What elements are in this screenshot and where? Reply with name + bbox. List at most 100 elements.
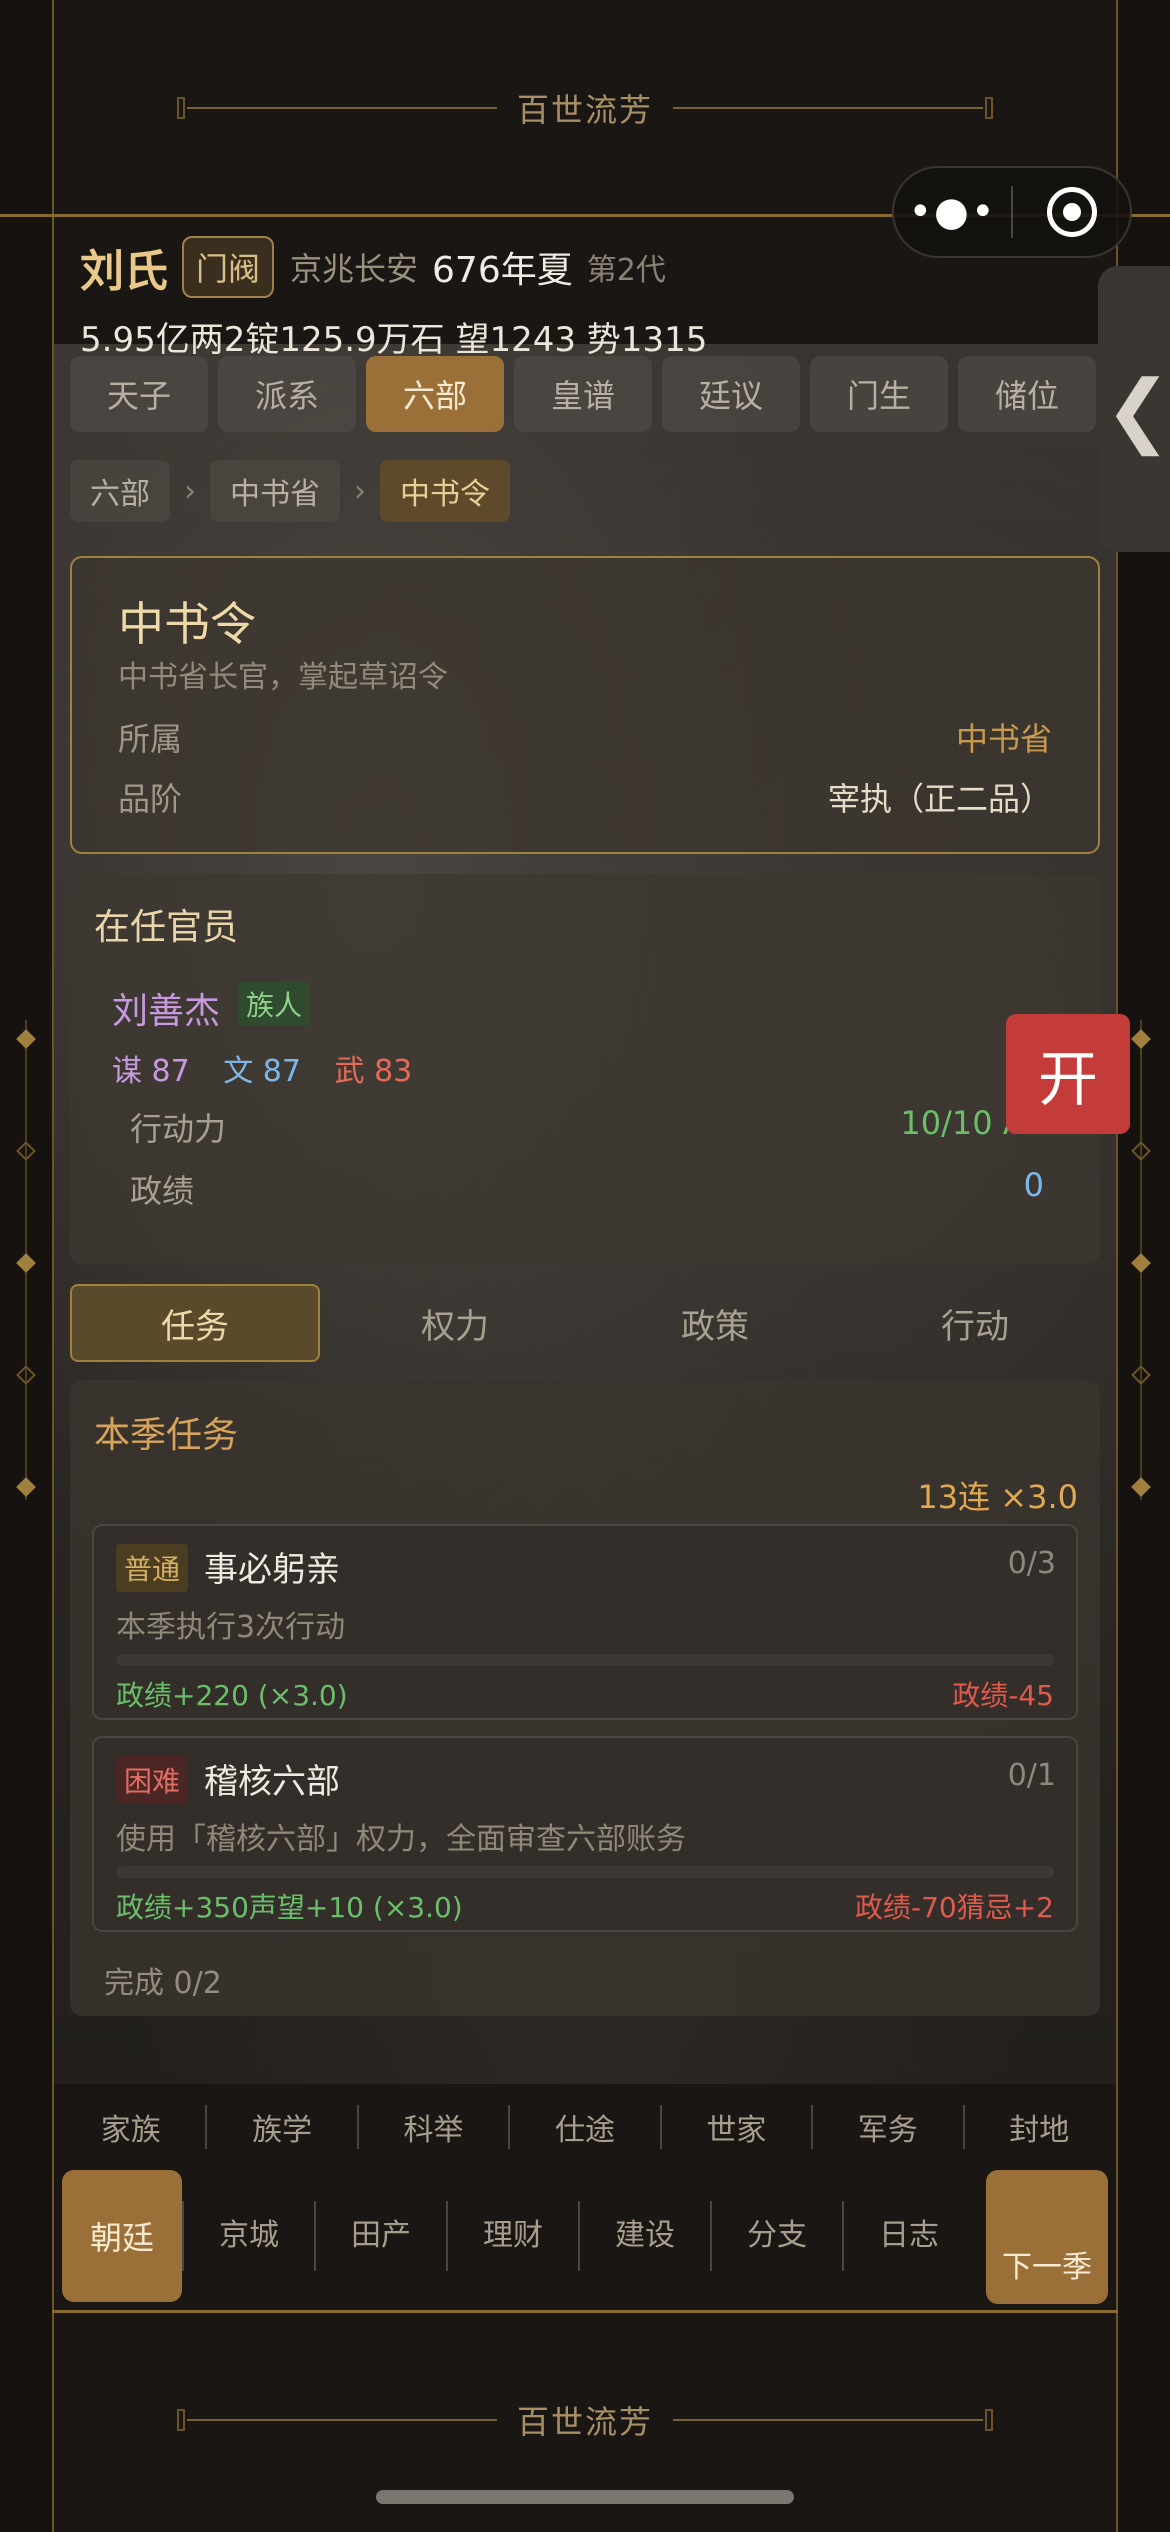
location: 京兆长安	[290, 250, 419, 288]
banner-title: 百世流芳	[516, 2403, 653, 2441]
nav-jiazu[interactable]: 家族	[56, 2105, 208, 2149]
banner-cap-right	[985, 2409, 993, 2431]
bottom-nav-secondary: 家族 族学 科举 仕途 世家 军务 封地	[56, 2096, 1114, 2158]
official-stats: 谋 87 文 87 武 83	[112, 1046, 436, 1090]
task-penalty: 政绩-70猜忌+2	[854, 1891, 1054, 1924]
clan-name: 刘氏	[80, 246, 168, 297]
banner-cap-left	[176, 97, 185, 119]
tab-huangpu[interactable]: 皇谱	[514, 356, 652, 432]
office-belongs-row: 所属 中书省	[118, 714, 1052, 760]
banner-line-left	[186, 2419, 497, 2421]
banner-title: 百世流芳	[516, 91, 653, 129]
nav-shitu[interactable]: 仕途	[510, 2105, 662, 2149]
year-season: 676年夏	[432, 250, 573, 291]
tab-chuwei[interactable]: 储位	[958, 356, 1096, 432]
next-season-button[interactable]: 下一季	[986, 2170, 1108, 2304]
ap-label: 行动力	[130, 1110, 227, 1148]
tab-tianzi[interactable]: 天子	[70, 356, 208, 432]
left-diamond	[16, 1141, 36, 1161]
task-item[interactable]: 普通 事必躬亲 0/3 本季执行3次行动 政绩+220 (×3.0) 政绩-45	[92, 1524, 1078, 1720]
nav-rizhi[interactable]: 日志	[842, 2201, 974, 2271]
task-name: 稽核六部	[204, 1762, 340, 1802]
merit-row: 政绩 0	[130, 1166, 1044, 1212]
task-progress-bar	[116, 1654, 1054, 1666]
office-card: 中书令 中书省长官，掌起草诏令 所属 中书省 品阶 宰执（正二品）	[70, 556, 1100, 854]
streak-multiplier: 13连 ×3.0	[917, 1478, 1078, 1516]
nav-jingcheng[interactable]: 京城	[182, 2201, 314, 2271]
merit-label: 政绩	[130, 1172, 195, 1210]
belongs-value: 中书省	[955, 720, 1052, 758]
breadcrumb-item[interactable]: 六部	[70, 460, 170, 522]
resources: 5.95亿两2锭125.9万石 望1243 势1315	[80, 320, 708, 360]
tasks-completed: 完成 0/2	[104, 1966, 222, 2001]
merit-value: 0	[1023, 1166, 1044, 1204]
nav-jianshe[interactable]: 建设	[578, 2201, 710, 2271]
tab-policy[interactable]: 政策	[590, 1284, 840, 1362]
ap-row: 行动力 10/10 AP	[130, 1104, 1044, 1150]
task-description: 使用「稽核六部」权力，全面审查六部账务	[116, 1822, 686, 1857]
chevron-right-icon: ›	[184, 473, 196, 509]
nav-fenzhi[interactable]: 分支	[710, 2201, 842, 2271]
tab-action[interactable]: 行动	[850, 1284, 1100, 1362]
task-level-badge: 困难	[116, 1756, 189, 1804]
more-icon[interactable]: •●•	[894, 189, 1011, 235]
breadcrumb-current: 中书令	[380, 460, 510, 522]
stat-wu: 武 83	[334, 1054, 413, 1089]
task-count: 0/1	[1007, 1758, 1056, 1793]
stat-mou: 谋 87	[112, 1054, 190, 1089]
nav-zuxue[interactable]: 族学	[207, 2105, 359, 2149]
task-name: 事必躬亲	[204, 1550, 340, 1590]
nav-chaoting[interactable]: 朝廷	[62, 2170, 182, 2302]
banner-line-right	[673, 2419, 983, 2421]
tab-tasks[interactable]: 任务	[70, 1284, 320, 1362]
main-tabs: 天子 派系 六部 皇谱 廷议 门生 储位	[70, 356, 1096, 432]
bottom-nav-primary: 朝廷 京城 田产 理财 建设 分支 日志 下一季	[56, 2170, 1114, 2304]
banner-line-left	[186, 107, 497, 109]
tab-mensheng[interactable]: 门生	[810, 356, 948, 432]
clan-tag: 门阀	[182, 236, 275, 298]
rank-value: 宰执（正二品）	[827, 780, 1052, 818]
tab-liubu[interactable]: 六部	[366, 356, 504, 432]
nav-licai[interactable]: 理财	[446, 2201, 578, 2271]
official-card: 在任官员 刘善杰 族人 谋 87 文 87 武 83 行动力 10/10 AP …	[70, 874, 1100, 1264]
rank-label: 品阶	[118, 780, 183, 818]
chevron-left-icon: ❮	[1104, 362, 1170, 456]
right-diamond	[1131, 1477, 1151, 1497]
nav-tianchan[interactable]: 田产	[314, 2201, 446, 2271]
office-rank-row: 品阶 宰执（正二品）	[118, 774, 1052, 820]
task-reward: 政绩+350声望+10 (×3.0)	[116, 1891, 463, 1924]
right-diamond	[1131, 1253, 1151, 1273]
nav-keju[interactable]: 科举	[359, 2105, 511, 2149]
official-tag: 族人	[238, 982, 311, 1026]
right-diamond	[1131, 1029, 1151, 1049]
left-diamond	[16, 1253, 36, 1273]
home-indicator[interactable]	[376, 2490, 794, 2504]
banner-line-right	[673, 107, 983, 109]
nav-fengdi[interactable]: 封地	[965, 2105, 1114, 2149]
generation: 第2代	[586, 253, 666, 288]
tab-paixi[interactable]: 派系	[218, 356, 356, 432]
office-name: 中书令	[118, 597, 256, 651]
side-drawer-toggle[interactable]: ❮	[1098, 266, 1170, 552]
left-diamond	[16, 1029, 36, 1049]
official-name[interactable]: 刘善杰	[112, 982, 220, 1034]
tasks-card: 本季任务 13连 ×3.0 普通 事必躬亲 0/3 本季执行3次行动 政绩+22…	[70, 1380, 1100, 2016]
close-target-button[interactable]	[1013, 187, 1130, 237]
nav-shijia[interactable]: 世家	[662, 2105, 814, 2149]
task-item[interactable]: 困难 稽核六部 0/1 使用「稽核六部」权力，全面审查六部账务 政绩+350声望…	[92, 1736, 1078, 1932]
left-diamond	[16, 1365, 36, 1385]
breadcrumb-item[interactable]: 中书省	[210, 460, 340, 522]
tab-power[interactable]: 权力	[330, 1284, 580, 1362]
miniprogram-capsule: •●•	[892, 166, 1132, 258]
tab-tingyi[interactable]: 廷议	[662, 356, 800, 432]
task-level-badge: 普通	[116, 1544, 189, 1592]
target-icon	[1046, 187, 1097, 237]
section-title: 在任官员	[94, 907, 239, 948]
open-float-button[interactable]: 开	[1006, 1014, 1130, 1134]
task-penalty: 政绩-45	[952, 1679, 1054, 1712]
nav-junwu[interactable]: 军务	[813, 2105, 965, 2149]
banner-cap-left	[176, 2409, 185, 2431]
right-diamond	[1131, 1365, 1151, 1385]
tasks-title: 本季任务	[94, 1415, 239, 1456]
task-reward: 政绩+220 (×3.0)	[116, 1679, 348, 1712]
